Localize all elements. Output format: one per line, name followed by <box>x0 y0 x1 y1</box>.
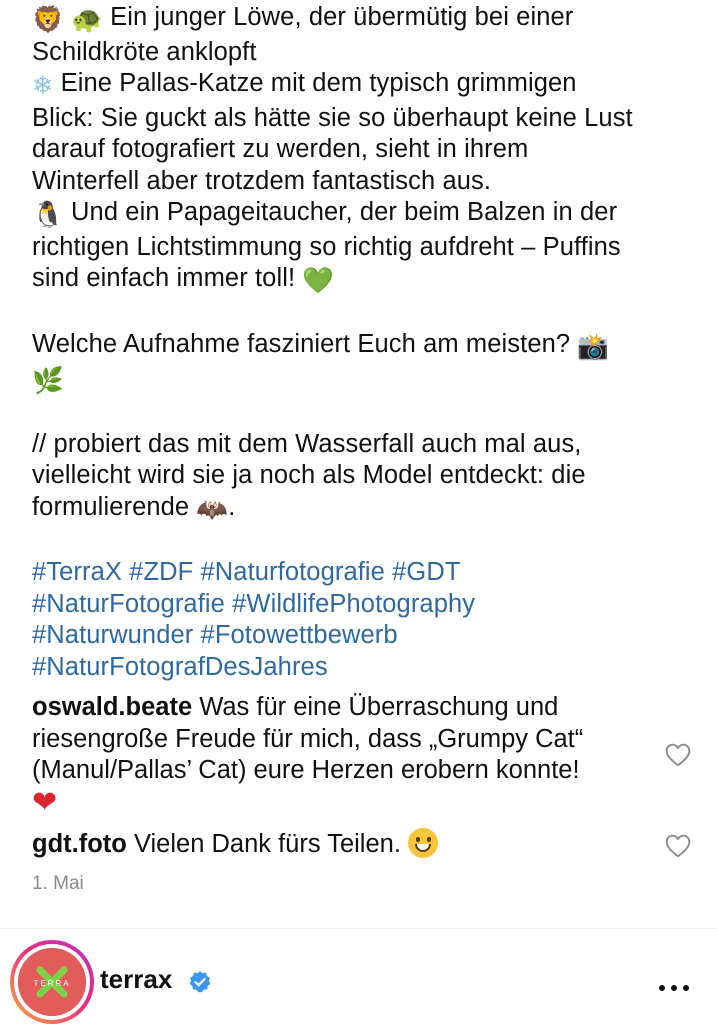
caption-line: Blick: Sie guckt als hätte sie so überha… <box>32 103 633 132</box>
caption-line: // probiert das mit dem Wasserfall auch … <box>32 429 582 458</box>
like-comment-heart-icon[interactable] <box>665 834 691 858</box>
comment-item: oswald.beate Was für eine Überraschung u… <box>32 692 662 820</box>
comment-item: gdt.foto Vielen Dank fürs Teilen. <box>32 828 662 861</box>
caption-line: 🐧 Und ein Papageitaucher, der beim Balze… <box>32 197 692 232</box>
bat-emoji-icon: 🦇 <box>196 494 229 525</box>
caption-text: . <box>228 492 236 521</box>
hashtag-line[interactable]: #TerraX #ZDF #Naturfotografie #GDT <box>32 557 692 589</box>
lion-emoji-icon: 🦁 <box>32 5 64 35</box>
green-heart-emoji-icon: 💚 <box>302 266 335 296</box>
snowflake-emoji-icon: ❄ <box>32 71 54 101</box>
next-post-header: TERRA terrax <box>10 940 707 1024</box>
terrax-logo-icon: TERRA <box>18 948 86 1016</box>
avatar-border: TERRA <box>14 944 90 1020</box>
caption-line: Winterfell aber trotzdem fantastisch aus… <box>32 166 492 195</box>
comment-line: riesengroße Freude für mich, dass „Grump… <box>32 724 584 753</box>
more-options-icon[interactable] <box>659 978 695 991</box>
turtle-emoji-icon: 🐢 <box>71 5 103 35</box>
caption-line: vielleicht wird sie ja noch als Model en… <box>32 461 586 489</box>
avatar-image: TERRA <box>18 948 86 1016</box>
red-heart-emoji-icon: ❤ <box>32 785 58 819</box>
like-comment-heart-icon[interactable] <box>665 743 691 767</box>
comment-line: (Manul/Pallas’ Cat) eure Herzen erobern … <box>32 756 580 784</box>
caption-text: sind einfach immer toll! <box>32 264 303 292</box>
comment-line: gdt.foto Vielen Dank fürs Teilen. <box>32 828 662 861</box>
caption-line: formulierende 🦇. <box>32 492 692 527</box>
camera-emoji-icon: 📸 <box>577 331 610 362</box>
post-caption: 🦁 🐢 Ein junger Löwe, der übermütig bei e… <box>32 2 692 683</box>
comment-line: ❤ <box>32 785 662 821</box>
caption-line: darauf fotografiert zu werden, sieht in … <box>32 135 529 163</box>
caption-text: Eine Pallas-Katze mit dem typisch grimmi… <box>53 69 577 97</box>
comment-username[interactable]: oswald.beate <box>32 693 192 721</box>
divider <box>0 928 717 929</box>
caption-line: 🦁 🐢 Ein junger Löwe, der übermütig bei e… <box>32 2 692 37</box>
grinning-face-emoji-icon <box>408 828 439 858</box>
comment-username[interactable]: gdt.foto <box>32 830 127 858</box>
puffin-emoji-icon: 🐧 <box>32 200 64 230</box>
hashtag-line[interactable]: #Naturwunder #Fotowettbewerb <box>32 620 692 652</box>
post-date: 1. Mai <box>32 873 84 894</box>
caption-text: Ein junger Löwe, der übermütig bei einer <box>102 3 574 31</box>
herb-emoji-icon: 🌿 <box>32 366 64 396</box>
comment-text: Was für eine Überraschung und <box>192 693 559 721</box>
caption-line: richtigen Lichtstimmung so richtig aufdr… <box>32 232 621 261</box>
caption-question: Welche Aufnahme fasziniert Euch am meist… <box>32 329 692 364</box>
account-username[interactable]: terrax <box>100 964 172 995</box>
avatar-text: TERRA <box>33 979 70 988</box>
hashtag-line[interactable]: #NaturFotografie #WildlifePhotography <box>32 589 692 621</box>
hashtag-line[interactable]: #NaturFotografDesJahres <box>32 652 692 684</box>
caption-line: sind einfach immer toll! 💚 <box>32 263 692 298</box>
verified-badge-icon <box>189 971 211 993</box>
caption-line: 🌿 <box>32 363 692 398</box>
caption-text: Und ein Papageitaucher, der beim Balzen … <box>63 198 618 226</box>
comment-text: Vielen Dank fürs Teilen. <box>126 830 409 858</box>
caption-text: Welche Aufnahme fasziniert Euch am meist… <box>32 329 578 358</box>
avatar[interactable]: TERRA <box>10 940 94 1024</box>
comment-line: oswald.beate Was für eine Überraschung u… <box>32 692 662 724</box>
caption-line: ❄ Eine Pallas-Katze mit dem typisch grim… <box>32 68 692 103</box>
caption-line: Schildkröte anklopft <box>32 37 257 66</box>
caption-text: formulierende <box>32 492 197 521</box>
